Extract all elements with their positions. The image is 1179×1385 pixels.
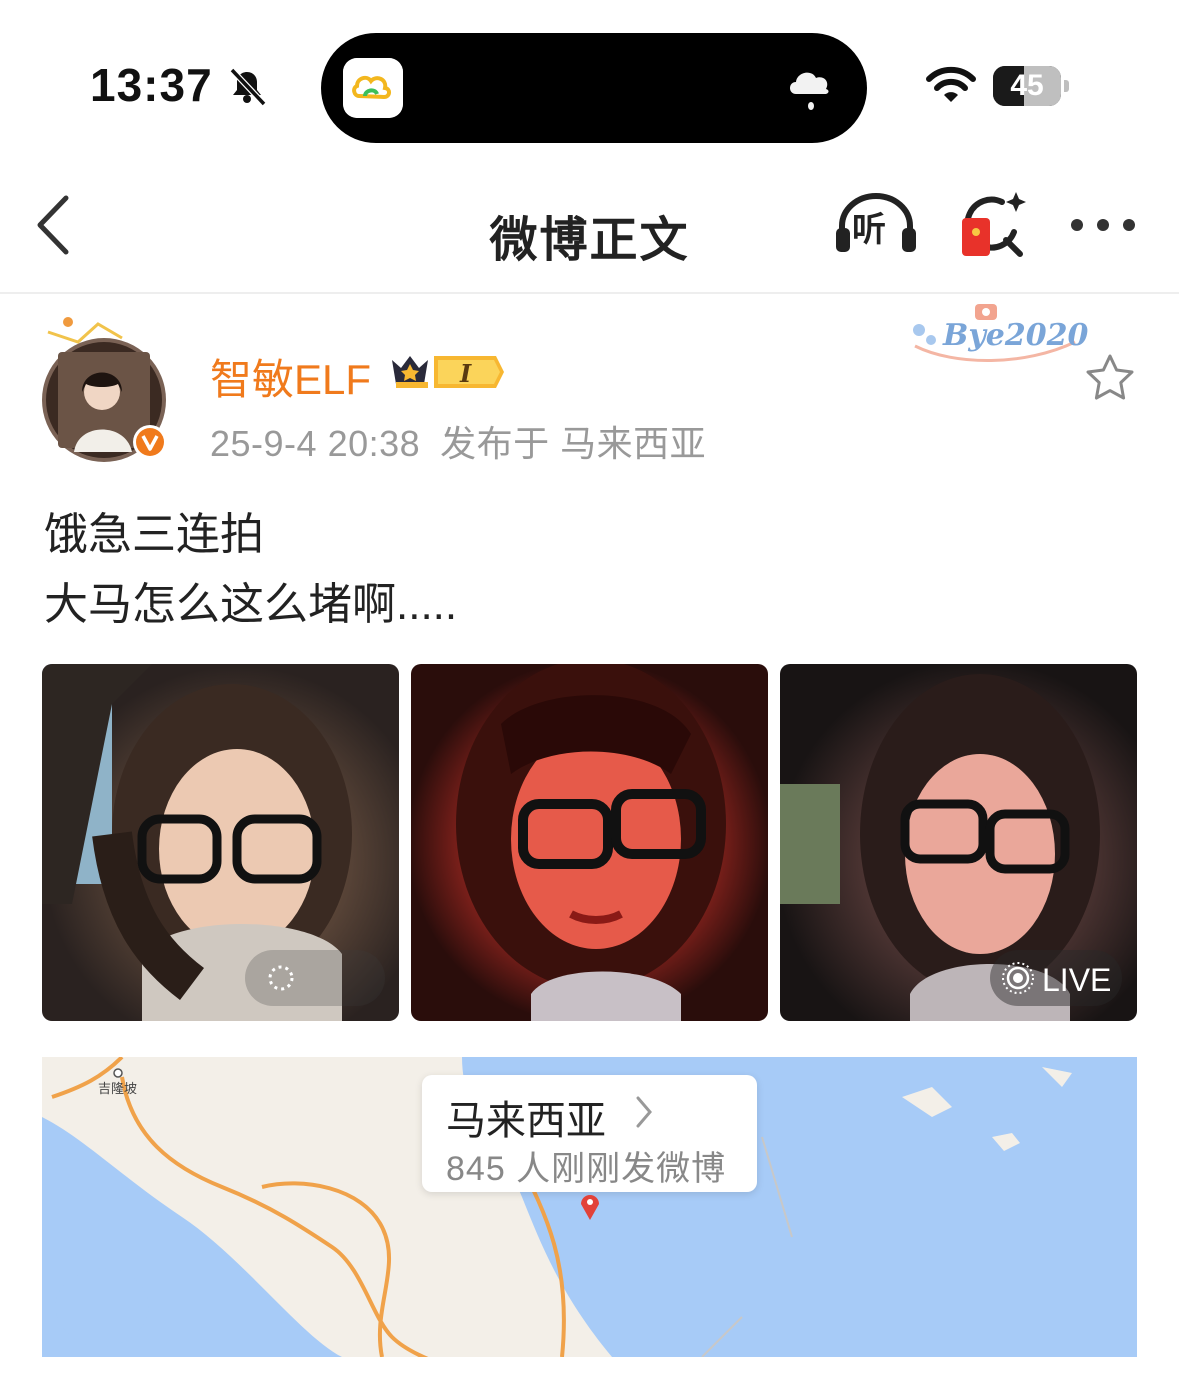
content-line: 饿急三连拍 [44,510,264,559]
member-level: I [459,359,472,388]
post-image-2[interactable] [411,664,768,1021]
bell-muted-icon [229,67,267,107]
post-content: 饿急三连拍 大马怎么这么堵啊..... [44,500,457,640]
post-location[interactable]: 发布于 马来西亚 [440,423,706,464]
map-pin-icon [581,1194,599,1220]
post-timestamp: 25-9-4 20:38 [210,423,421,464]
battery-level: 45 [1010,69,1044,102]
listen-button[interactable]: 听 [834,190,918,260]
avatar[interactable] [38,312,178,462]
favorite-star-icon[interactable] [1084,352,1136,404]
image-1-loading-badge [245,950,385,1006]
map-city-label: 吉隆坡 [98,1081,138,1096]
live-label: LIVE [1042,962,1112,998]
location-card-subtitle: 845 人刚刚发微博 [446,1150,727,1188]
chevron-right-icon [636,1096,652,1128]
member-crown-badge: I [392,356,504,388]
app-cloud-icon [343,58,403,118]
battery-indicator: 45 [993,66,1061,106]
post-meta: 25-9-4 20:38 发布于 马来西亚 [210,415,706,467]
status-time: 13:37 [90,59,213,111]
content-line: 大马怎么这么堵啊..... [44,580,458,629]
nav-divider [0,292,1179,294]
listen-label: 听 [852,211,886,249]
red-envelope-search-icon[interactable] [958,190,1028,260]
wifi-icon [926,66,976,102]
more-options-icon[interactable] [1068,212,1138,238]
decoration-text: Bye2020 [943,318,1089,353]
weather-rain-icon [790,72,829,110]
decoration-bye2020: Bye2020 [905,300,1089,370]
live-photo-icon [1002,962,1034,994]
battery-cap [1064,80,1069,92]
live-photo-badge[interactable]: LIVE [990,950,1122,1006]
location-card-title[interactable]: 马来西亚 [446,1088,606,1146]
username[interactable]: 智敏ELF [210,346,371,407]
loading-icon [268,965,294,991]
